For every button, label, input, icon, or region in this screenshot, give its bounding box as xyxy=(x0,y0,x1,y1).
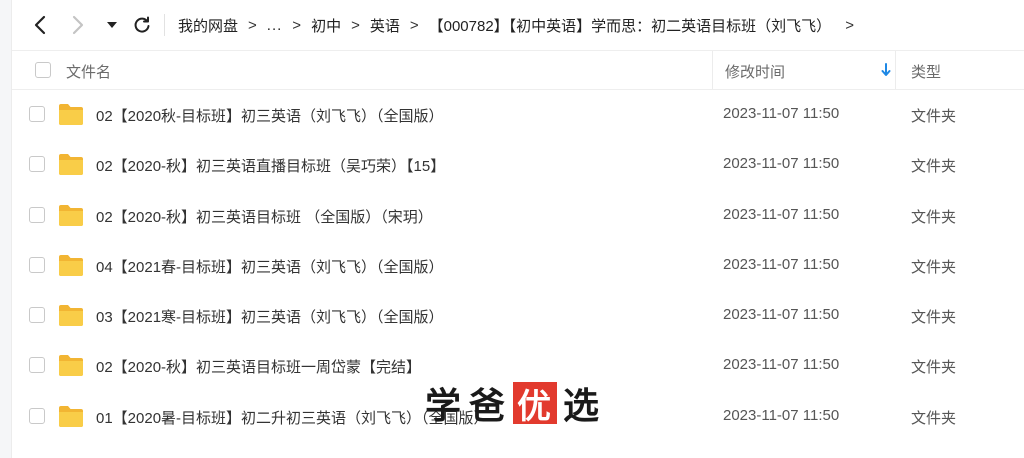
file-modified-time: 2023-11-07 11:50 xyxy=(723,406,840,424)
watermark-logo: 学 爸 优 选 xyxy=(425,377,607,429)
row-checkbox[interactable] xyxy=(29,357,45,374)
refresh-icon xyxy=(134,16,150,33)
column-header-modified-time[interactable]: 修改时间 xyxy=(712,51,896,89)
row-checkbox[interactable] xyxy=(29,156,45,173)
file-modified-time: 2023-11-07 11:50 xyxy=(723,155,840,173)
folder-icon xyxy=(58,253,84,282)
folder-icon xyxy=(58,303,84,332)
folder-icon xyxy=(58,102,84,131)
breadcrumb: 我的网盘 > ... > 初中 > 英语 > 【000782】【初中英语】学而思… xyxy=(178,15,864,36)
sort-down-icon xyxy=(881,63,891,76)
watermark-highlight-char: 优 xyxy=(513,382,558,427)
watermark-char: 学 xyxy=(425,385,464,427)
file-name[interactable]: 02【2020-秋】初三英语目标班一周岱蒙【完结】 xyxy=(96,356,421,377)
back-button[interactable] xyxy=(28,13,52,37)
caret-down-icon xyxy=(107,22,117,28)
file-type: 文件夹 xyxy=(911,108,957,125)
breadcrumb-item-current[interactable]: 【000782】【初中英语】学而思：初二英语目标班（刘飞飞） xyxy=(429,15,832,36)
chevron-right-icon xyxy=(72,15,84,35)
file-name[interactable]: 04【2021春-目标班】初三英语（刘飞飞）（全国版） xyxy=(96,256,444,277)
file-type: 文件夹 xyxy=(911,359,957,377)
file-list-header: 文件名 修改时间 类型 xyxy=(12,50,1024,90)
row-checkbox[interactable] xyxy=(29,407,45,424)
file-type: 文件夹 xyxy=(911,409,957,427)
select-all-checkbox[interactable] xyxy=(35,62,51,78)
row-checkbox[interactable] xyxy=(29,106,45,122)
breadcrumb-item-ellipsis[interactable]: ... xyxy=(267,17,283,34)
file-type: 文件夹 xyxy=(911,309,957,327)
refresh-button[interactable] xyxy=(130,13,154,37)
toolbar-divider xyxy=(164,14,165,36)
file-modified-time: 2023-11-07 11:50 xyxy=(723,105,840,122)
watermark-char: 爸 xyxy=(469,385,508,427)
file-row[interactable]: 02【2020秋-目标班】初三英语（刘飞飞）（全国版） 2023-11-07 11… xyxy=(12,90,1024,140)
breadcrumb-separator: > xyxy=(409,16,419,34)
sidebar-edge xyxy=(0,0,12,458)
folder-icon xyxy=(58,404,84,433)
folder-icon xyxy=(58,152,84,181)
file-name[interactable]: 02【2020秋-目标班】初三英语（刘飞飞）（全国版） xyxy=(96,105,444,126)
row-checkbox[interactable] xyxy=(29,307,45,324)
column-header-type[interactable]: 类型 xyxy=(911,61,941,82)
column-header-modified-time-label: 修改时间 xyxy=(725,64,786,81)
file-row[interactable]: 04【2021春-目标班】初三英语（刘飞飞）（全国版） 2023-11-07 11… xyxy=(12,241,1024,291)
file-row[interactable]: 03【2021寒-目标班】初三英语（刘飞飞）（全国版） 2023-11-07 11… xyxy=(12,291,1024,341)
file-modified-time: 2023-11-07 11:50 xyxy=(723,255,840,273)
chevron-left-icon xyxy=(34,15,46,35)
breadcrumb-expand-arrow[interactable]: > xyxy=(845,17,854,34)
file-modified-time: 2023-11-07 11:50 xyxy=(723,205,840,223)
file-type: 文件夹 xyxy=(911,158,957,176)
row-checkbox[interactable] xyxy=(29,256,45,273)
file-type: 文件夹 xyxy=(911,258,957,276)
toolbar: 我的网盘 > ... > 初中 > 英语 > 【000782】【初中英语】学而思… xyxy=(12,0,1024,50)
breadcrumb-item-junior-high[interactable]: 初中 xyxy=(311,15,341,36)
file-row[interactable]: 02【2020-秋】初三英语目标班 （全国版）（宋玥） 2023-11-07 11… xyxy=(12,191,1024,241)
file-row[interactable]: 02【2020-秋】初三英语直播目标班（吴巧荣）【15】 2023-11-07 1… xyxy=(12,140,1024,190)
file-name[interactable]: 02【2020-秋】初三英语直播目标班（吴巧荣）【15】 xyxy=(96,155,445,176)
forward-button[interactable] xyxy=(66,13,90,37)
watermark-char: 选 xyxy=(563,385,602,427)
breadcrumb-separator: > xyxy=(248,16,257,34)
breadcrumb-item-root[interactable]: 我的网盘 xyxy=(178,15,238,36)
file-modified-time: 2023-11-07 11:50 xyxy=(723,306,840,324)
history-dropdown-button[interactable] xyxy=(100,13,124,37)
column-header-name[interactable]: 文件名 xyxy=(66,61,111,82)
breadcrumb-item-english[interactable]: 英语 xyxy=(370,15,400,36)
row-checkbox[interactable] xyxy=(29,206,45,223)
folder-icon xyxy=(58,353,84,382)
file-type: 文件夹 xyxy=(911,208,957,226)
breadcrumb-separator: > xyxy=(292,16,302,34)
file-modified-time: 2023-11-07 11:50 xyxy=(723,356,840,374)
breadcrumb-separator: > xyxy=(351,16,360,34)
file-name[interactable]: 02【2020-秋】初三英语目标班 （全国版）（宋玥） xyxy=(96,206,433,227)
folder-icon xyxy=(58,203,84,232)
file-name[interactable]: 03【2021寒-目标班】初三英语（刘飞飞）（全国版） xyxy=(96,306,444,327)
